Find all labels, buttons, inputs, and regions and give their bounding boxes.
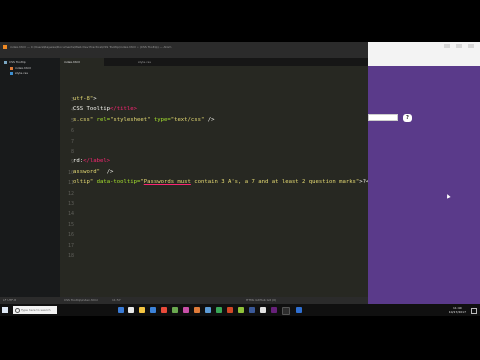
desktop-screen: index.html — C:\Users\Raywes\Documents\W… [0, 42, 480, 316]
code-token: oltip" [73, 179, 94, 186]
taskbar-app-icon[interactable] [128, 307, 134, 313]
chrome-icon[interactable] [216, 307, 222, 313]
css-file-icon [10, 71, 13, 75]
code-token: "text/css" [170, 116, 205, 123]
atom-app-icon [3, 45, 7, 49]
code-token: CSS Tooltip [73, 106, 111, 113]
taskbar-app-icon[interactable] [249, 307, 255, 313]
line-number: 13 [67, 201, 74, 207]
tree-view-sidebar: CSS Tooltip index.html style.css [0, 58, 60, 316]
code-token: Passwords must [143, 179, 191, 186]
taskbar-app-icon[interactable] [227, 307, 233, 313]
search-placeholder: Type here to search [21, 308, 51, 312]
code-line[interactable]: CSS Tooltip</title> [73, 106, 137, 112]
code-token: data-tooltip= [93, 179, 141, 186]
window-title: index.html — C:\Users\Raywes\Documents\W… [10, 45, 172, 49]
code-token: type= [150, 116, 171, 123]
code-line[interactable]: assword" /> [73, 169, 113, 175]
taskbar-app-icon[interactable] [271, 307, 277, 313]
code-token: </label> [83, 158, 111, 165]
folder-icon [4, 60, 7, 64]
editor-title-bar: index.html — C:\Users\Raywes\Documents\W… [0, 42, 368, 52]
code-token: contain 3 A's, a 7 and at least 2 questi… [190, 179, 360, 186]
taskbar-app-icon[interactable] [205, 307, 211, 313]
maximize-icon[interactable] [456, 44, 462, 48]
code-token: rd: [73, 158, 84, 165]
status-bar: LF UTF-8 CSS Tooltip\index.html 11:57 HT… [0, 297, 368, 304]
tooltip-button[interactable]: ? [403, 114, 412, 122]
clock-date: 10/17/2017 [448, 310, 466, 314]
code-token: /> [99, 168, 114, 175]
taskbar-app-icon[interactable] [238, 307, 244, 313]
code-token: rel= [93, 116, 111, 123]
code-token: /> [204, 116, 215, 123]
code-line[interactable]: utf-8"> [73, 96, 97, 102]
taskbar-clock[interactable]: 11:40 10/17/2017 [449, 306, 466, 314]
sidebar-item-label: CSS Tooltip [9, 60, 26, 64]
line-number: 8 [70, 149, 74, 155]
taskbar-app-icon[interactable] [172, 307, 178, 313]
close-icon[interactable] [468, 44, 474, 48]
code-token: "stylesheet" [110, 116, 151, 123]
sidebar-item-index[interactable]: index.html [10, 66, 31, 70]
line-number: 12 [67, 190, 74, 197]
sidebar-item-label: index.html [15, 66, 31, 70]
password-input[interactable] [368, 114, 398, 121]
sidebar-item-project[interactable]: CSS Tooltip [4, 60, 26, 64]
line-number: 16 [67, 232, 74, 239]
taskbar-search-input[interactable]: Type here to search [13, 306, 57, 314]
windows-taskbar: Type here to search 11:40 10/17/2017 [0, 304, 480, 316]
taskbar-app-icon[interactable] [150, 307, 156, 313]
notification-icon[interactable] [471, 308, 477, 314]
folder-icon[interactable] [139, 307, 145, 313]
status-encoding[interactable]: LF UTF-8 [3, 297, 16, 304]
taskbar-app-icon[interactable] [194, 307, 200, 313]
taskbar-app-icon[interactable] [296, 307, 302, 313]
browser-preview: ? [368, 42, 480, 304]
sidebar-item-style[interactable]: style.css [10, 71, 28, 75]
tab-bar: index.html style.css [60, 58, 368, 66]
taskbar-app-icon[interactable] [183, 307, 189, 313]
line-number-gutter: 3 4 5 6 7 8 9 10 11 12 13 14 15 16 17 18 [60, 66, 74, 316]
sidebar-item-label: style.css [15, 71, 28, 75]
code-token: </title> [110, 106, 137, 113]
line-number: 15 [67, 221, 74, 228]
line-number: 17 [67, 242, 74, 249]
tab-style-css[interactable]: style.css [134, 58, 172, 66]
code-token: s.css" [73, 116, 94, 123]
taskbar-app-icon[interactable] [282, 307, 290, 315]
tab-index-html[interactable]: index.html [60, 58, 104, 66]
status-file-path[interactable]: CSS Tooltip\index.html [64, 297, 98, 304]
code-token: assword" [73, 168, 100, 175]
status-cursor-position[interactable]: 11:57 [112, 297, 121, 304]
code-editor[interactable]: 3 4 5 6 7 8 9 10 11 12 13 14 15 16 17 18 utf-8"> CSS Too… [60, 66, 380, 316]
code-line[interactable]: rd:</label> [73, 158, 110, 164]
search-icon [15, 308, 20, 313]
html-file-icon [10, 66, 13, 70]
minimize-icon[interactable] [444, 44, 450, 48]
line-number: 7 [70, 138, 74, 145]
code-line[interactable]: oltip" data-tooltip="Passwords must cont… [73, 179, 380, 185]
taskbar-app-icon[interactable] [118, 307, 124, 313]
line-number: 18 [67, 253, 74, 259]
mouse-pointer-icon [445, 193, 451, 199]
line-number: 6 [70, 128, 74, 135]
taskbar-app-icon[interactable] [260, 307, 266, 313]
windows-start-icon[interactable] [2, 307, 8, 313]
code-token: utf-8" [73, 96, 94, 102]
code-line[interactable]: s.css" rel="stylesheet" type="text/css" … [73, 117, 215, 123]
code-token: > [93, 96, 97, 102]
browser-toolbar [368, 42, 480, 66]
taskbar-app-icon[interactable] [161, 307, 167, 313]
status-grammar[interactable]: HTML GitHub Git (0) [246, 297, 276, 304]
line-number: 14 [67, 211, 74, 218]
